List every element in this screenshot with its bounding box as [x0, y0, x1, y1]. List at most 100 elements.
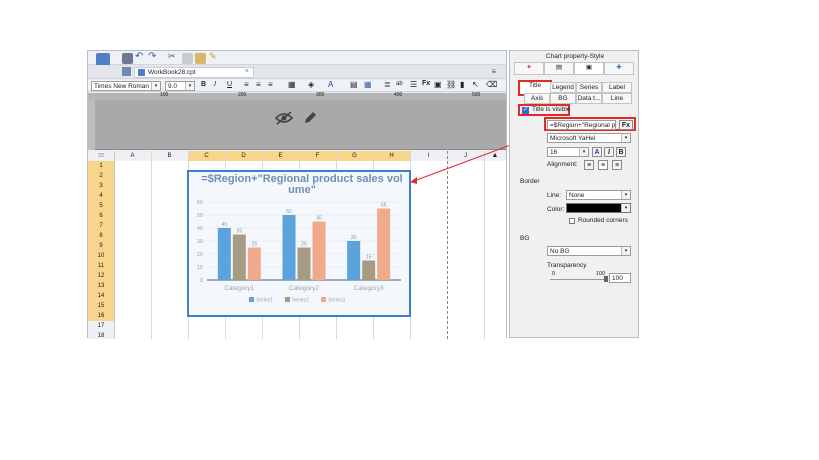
- chart-object[interactable]: =$Region+"Regional product sales vol ume…: [187, 170, 411, 317]
- column-header[interactable]: E: [262, 151, 300, 161]
- border-line-select[interactable]: None ▾: [566, 190, 631, 200]
- column-header[interactable]: G: [336, 151, 374, 161]
- column-header[interactable]: A: [114, 151, 152, 161]
- copy-icon[interactable]: [182, 53, 193, 64]
- main-toolbar: ↶ ↷ ✂ ✎: [88, 51, 506, 67]
- data-label: 30: [351, 235, 357, 241]
- insert-row-icon[interactable]: ≣: [384, 80, 391, 89]
- tab-legend[interactable]: Legend: [550, 82, 576, 93]
- column-header[interactable]: B: [151, 151, 189, 161]
- transparency-slider[interactable]: [550, 276, 608, 282]
- select-all-corner[interactable]: ⁝⁝⁝: [88, 151, 115, 161]
- link-icon[interactable]: ⛓: [446, 80, 456, 89]
- align-center-icon[interactable]: ≡: [256, 80, 261, 89]
- italic-button[interactable]: I: [214, 81, 216, 88]
- font-color-button[interactable]: A: [592, 147, 602, 157]
- font-name-select[interactable]: Times New Roman ▾: [91, 81, 161, 91]
- align-left-button[interactable]: ≡: [584, 160, 594, 170]
- tab-type[interactable]: ✚: [604, 62, 634, 75]
- column-header[interactable]: H: [373, 151, 411, 161]
- fill-color-icon[interactable]: ◈: [308, 80, 314, 89]
- effects-icon: ▣: [585, 64, 593, 71]
- paste-icon[interactable]: [195, 53, 206, 64]
- pointer-icon[interactable]: ↖: [472, 80, 479, 89]
- y-tick-label: 60: [197, 200, 203, 206]
- title-font-select[interactable]: Microsoft YaHei ▾: [547, 133, 631, 143]
- transparency-label: Transparency: [547, 262, 587, 269]
- font-size-select[interactable]: 9.0 ▾: [165, 81, 195, 91]
- tab-bg[interactable]: BG: [550, 93, 576, 104]
- tab-data-table[interactable]: Data t...: [576, 93, 602, 104]
- slider-thumb[interactable]: [604, 276, 608, 282]
- tab-special-effects[interactable]: ▣: [574, 62, 604, 75]
- border-icon[interactable]: ▦: [288, 80, 296, 89]
- close-tab-icon[interactable]: ×: [245, 68, 249, 75]
- column-header[interactable]: F: [299, 151, 337, 161]
- tab-style[interactable]: ✦: [514, 62, 544, 75]
- title-font-size-value: 16: [550, 149, 558, 156]
- y-tick-label: 10: [197, 265, 203, 271]
- paint-icon: ✦: [526, 64, 532, 71]
- column-header[interactable]: D: [225, 151, 263, 161]
- bar: [312, 221, 326, 280]
- tab-line[interactable]: Line: [602, 93, 632, 104]
- align-left-icon[interactable]: ≡: [244, 80, 249, 89]
- hidden-eye-icon[interactable]: [274, 110, 294, 126]
- horizontal-ruler: 100 200 300 400 500: [88, 92, 506, 100]
- rounded-corners-label: Rounded corners: [578, 217, 628, 224]
- spreadsheet-grid[interactable]: ⁝⁝⁝ A B C D E F G H I J ▲ 1 2 3 4 5 6 7 …: [88, 151, 506, 339]
- ruler-mark: 500: [472, 92, 481, 98]
- formula-button[interactable]: Fx: [619, 120, 633, 130]
- align-right-button[interactable]: ≡: [612, 160, 622, 170]
- bold-button[interactable]: B: [201, 81, 206, 88]
- tab-workbook[interactable]: WorkBook28.cpt ×: [134, 67, 254, 78]
- column-header[interactable]: I: [410, 151, 448, 161]
- grid-icon[interactable]: ▦: [364, 80, 372, 89]
- tab-label[interactable]: Label: [602, 82, 632, 93]
- title-font-size-select[interactable]: 16 ▾: [547, 147, 589, 157]
- row-header[interactable]: 18: [88, 331, 114, 339]
- align-center-button[interactable]: ≡: [598, 160, 608, 170]
- format-painter-icon[interactable]: ✎: [209, 51, 217, 62]
- tab-axis[interactable]: Axis: [524, 93, 550, 104]
- bold-button[interactable]: B: [616, 147, 626, 157]
- merge-cells-icon[interactable]: ▤: [350, 80, 358, 89]
- bar: [232, 234, 246, 280]
- transparency-input[interactable]: 100: [609, 273, 631, 283]
- column-header[interactable]: J: [447, 151, 485, 161]
- chart-icon[interactable]: ▮: [460, 80, 464, 89]
- title-visible-toggle[interactable]: ✓ Title is visible: [518, 104, 570, 116]
- column-header[interactable]: C: [188, 151, 226, 161]
- tab-menu-icon[interactable]: ≡: [491, 67, 496, 76]
- vertical-ruler: [88, 100, 95, 150]
- underline-button[interactable]: U: [227, 81, 232, 88]
- redo-icon[interactable]: ↷: [148, 51, 156, 62]
- filter-icon[interactable]: ▣: [434, 80, 442, 89]
- edit-pencil-icon[interactable]: [302, 110, 318, 126]
- tab-data[interactable]: ▤: [544, 62, 574, 75]
- italic-button[interactable]: I: [604, 147, 614, 157]
- save-icon[interactable]: [122, 53, 133, 64]
- wrap-text-icon[interactable]: ab: [396, 81, 403, 87]
- cut-icon[interactable]: ✂: [168, 51, 176, 62]
- bg-select[interactable]: No BG ▾: [547, 246, 631, 256]
- formula-icon[interactable]: Fx: [422, 80, 430, 87]
- align-right-icon[interactable]: ≡: [268, 80, 273, 89]
- title-visible-checkbox[interactable]: ✓: [522, 107, 529, 114]
- ruler-mark: 300: [316, 92, 325, 98]
- format-toolbar: Times New Roman ▾ 9.0 ▾ B I U ≡ ≡ ≡ ▦ ◈ …: [88, 80, 506, 92]
- color-label: Color:: [547, 206, 565, 213]
- scroll-up-icon[interactable]: ▲: [484, 151, 506, 161]
- border-color-swatch[interactable]: ▾: [566, 203, 631, 213]
- chevron-down-icon: ▾: [151, 82, 160, 90]
- format-icon[interactable]: ☰: [410, 80, 417, 89]
- chevron-down-icon: ▾: [621, 134, 630, 142]
- rounded-corners-checkbox[interactable]: [569, 218, 575, 224]
- title-formula-input[interactable]: =$Region+"Regional p: [547, 120, 616, 130]
- undo-icon[interactable]: ↶: [135, 51, 143, 62]
- font-color-icon[interactable]: A: [328, 80, 333, 89]
- chart-title[interactable]: =$Region+"Regional product sales vol ume…: [197, 174, 407, 196]
- eraser-icon[interactable]: ⌫: [486, 80, 497, 89]
- tab-series[interactable]: Series: [576, 82, 602, 93]
- grid-icon[interactable]: [122, 67, 131, 76]
